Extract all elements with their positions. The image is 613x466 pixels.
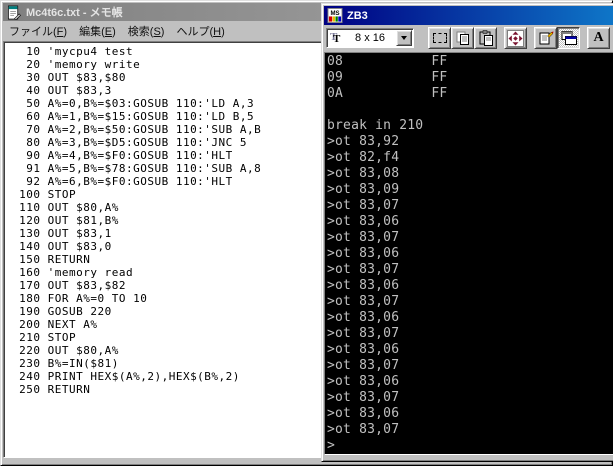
terminal-line: >ot 83,07 bbox=[327, 262, 613, 278]
terminal-line: >ot 83,07 bbox=[327, 230, 613, 246]
terminal-line: >ot 83,06 bbox=[327, 406, 613, 422]
notepad-icon bbox=[6, 5, 22, 20]
terminal-line: >ot 83,06 bbox=[327, 214, 613, 230]
dos-window-title: ZB3 bbox=[347, 10, 368, 22]
terminal-line: >ot 83,07 bbox=[327, 390, 613, 406]
terminal-screen[interactable]: 08 FF09 FF0A FFbreak in 210>ot 83,92>ot … bbox=[324, 52, 613, 455]
terminal-line: >ot 83,07 bbox=[327, 198, 613, 214]
dos-title-bar[interactable]: MS ZB3 bbox=[324, 6, 613, 25]
desktop: Mc4t6c.txt - メモ帳 ファイル(F) 編集(E) 検索(S) ヘルプ… bbox=[0, 0, 613, 466]
terminal-line: >ot 83,06 bbox=[327, 342, 613, 358]
paste-icon bbox=[478, 30, 494, 46]
terminal-line: >ot 83,92 bbox=[327, 134, 613, 150]
terminal-line: > bbox=[327, 438, 613, 454]
terminal-line: >ot 83,07 bbox=[327, 326, 613, 342]
properties-button[interactable] bbox=[534, 27, 557, 49]
ms-dos-icon: MS bbox=[327, 8, 343, 23]
menu-search[interactable]: 検索(S) bbox=[123, 21, 170, 41]
dos-toolbar: T T 8 x 16 bbox=[324, 25, 613, 52]
font-icon: A bbox=[593, 31, 603, 45]
background-icon bbox=[561, 30, 577, 46]
terminal-line: >ot 83,07 bbox=[327, 358, 613, 374]
menu-edit[interactable]: 編集(E) bbox=[74, 21, 121, 41]
terminal-line: break in 210 bbox=[327, 118, 613, 134]
font-size-combo[interactable]: T T 8 x 16 bbox=[326, 28, 414, 48]
terminal-line: >ot 83,08 bbox=[327, 166, 613, 182]
svg-text:MS: MS bbox=[330, 10, 339, 17]
terminal-line: 0A FF bbox=[327, 86, 613, 102]
notepad-window-title: Mc4t6c.txt - メモ帳 bbox=[26, 4, 123, 20]
terminal-line bbox=[327, 102, 613, 118]
mark-icon bbox=[433, 33, 447, 43]
terminal-line: >ot 83,06 bbox=[327, 310, 613, 326]
background-button[interactable] bbox=[557, 27, 580, 49]
chevron-down-icon bbox=[401, 36, 407, 40]
terminal-line: >ot 83,07 bbox=[327, 294, 613, 310]
fullscreen-button[interactable] bbox=[504, 27, 527, 49]
dos-window: MS ZB3 T T 8 x 16 bbox=[321, 3, 613, 462]
menu-file[interactable]: ファイル(F) bbox=[4, 21, 72, 41]
truetype-icon: T T bbox=[330, 31, 344, 45]
terminal-line: >ot 83,06 bbox=[327, 246, 613, 262]
terminal-line: 08 FF bbox=[327, 54, 613, 70]
font-size-dropdown-button[interactable] bbox=[396, 30, 412, 46]
terminal-line: >ot 83,09 bbox=[327, 182, 613, 198]
terminal-line: >ot 83,06 bbox=[327, 278, 613, 294]
fullscreen-icon bbox=[507, 30, 524, 47]
terminal-line: >ot 82,f4 bbox=[327, 150, 613, 166]
terminal-line: >ot 83,07 bbox=[327, 422, 613, 438]
terminal-line: >ot 83,06 bbox=[327, 374, 613, 390]
font-size-value: 8 x 16 bbox=[344, 32, 396, 44]
copy-button[interactable] bbox=[451, 27, 474, 49]
properties-icon bbox=[538, 30, 554, 46]
terminal-line: 09 FF bbox=[327, 70, 613, 86]
font-button[interactable]: A bbox=[587, 27, 610, 49]
mark-button[interactable] bbox=[428, 27, 451, 49]
copy-icon bbox=[455, 30, 471, 46]
paste-button[interactable] bbox=[474, 27, 497, 49]
menu-help[interactable]: ヘルプ(H) bbox=[171, 21, 229, 41]
